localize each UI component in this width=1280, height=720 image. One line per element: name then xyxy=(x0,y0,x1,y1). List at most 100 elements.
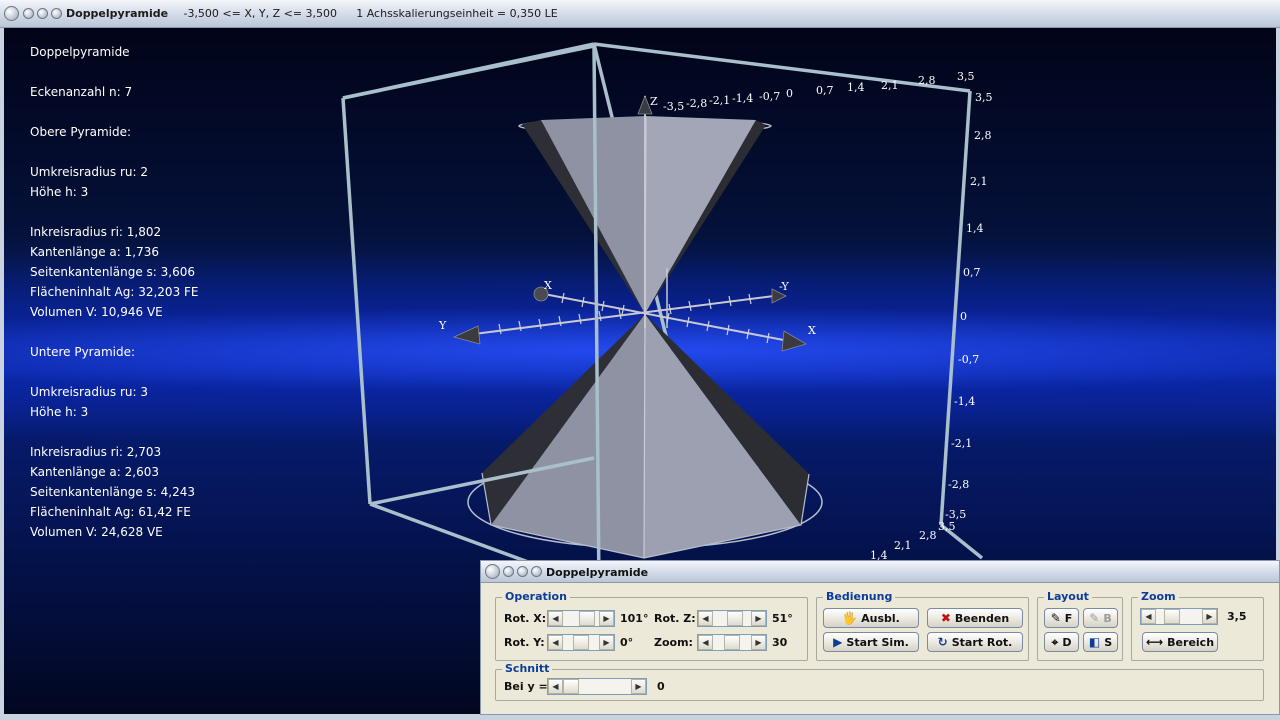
top-tick-9: 2,8 xyxy=(918,74,936,87)
beenden-label: Beenden xyxy=(954,611,1010,625)
top-tick-6: 0,7 xyxy=(816,84,834,97)
right-tick-5: 0 xyxy=(960,310,967,323)
layout-d-label: D xyxy=(1062,635,1072,649)
bedienung-title: Bedienung xyxy=(823,590,896,603)
zoom-slider-value: 30 xyxy=(772,636,788,649)
range-icon: ⟷ xyxy=(1145,635,1164,649)
scroll-right-icon[interactable]: ▶ xyxy=(751,611,766,626)
operation-group: Operation Rot. X: ◀ ▶ 101° Rot. Z: ◀ ▶ 5… xyxy=(495,590,808,661)
info-upper-s: Seitenkantenlänge s: 3,606 xyxy=(30,265,195,279)
info-lower-s: Seitenkantenlänge s: 4,243 xyxy=(30,485,195,499)
crosshair-icon: ⌖ xyxy=(1051,634,1059,649)
bottom-tick-2: 2,1 xyxy=(894,539,912,552)
schnitt-thumb[interactable] xyxy=(563,679,579,694)
scroll-right-icon[interactable]: ▶ xyxy=(599,635,614,650)
range-zoom-slider[interactable]: ◀ ▶ xyxy=(1140,608,1218,625)
start-sim-button[interactable]: ▶ Start Sim. xyxy=(823,632,919,652)
rot-x-slider[interactable]: ◀ ▶ xyxy=(547,610,615,627)
scroll-right-icon[interactable]: ▶ xyxy=(751,635,766,650)
top-tick-8: 2,1 xyxy=(881,79,899,92)
ausblenden-label: Ausbl. xyxy=(861,611,900,625)
layout-s-button[interactable]: ◧ S xyxy=(1083,632,1118,652)
layout-b-button[interactable]: ✎ B xyxy=(1083,608,1118,628)
right-tick-8: -2,1 xyxy=(951,437,972,450)
layout-d-button[interactable]: ⌖ D xyxy=(1044,632,1079,652)
layout-s-label: S xyxy=(1104,635,1113,649)
top-tick-5: 0 xyxy=(786,87,793,100)
right-tick-4: 0,7 xyxy=(963,266,981,279)
scroll-left-icon[interactable]: ◀ xyxy=(548,611,563,626)
rot-z-slider[interactable]: ◀ ▶ xyxy=(697,610,767,627)
info-lower-ag: Flächeninhalt Ag: 61,42 FE xyxy=(30,505,191,519)
hide-icon: 🖐 xyxy=(842,611,858,625)
range-zoom-thumb[interactable] xyxy=(1163,609,1180,624)
paint-icon: ✎ xyxy=(1050,611,1061,625)
top-tick-4: -0,7 xyxy=(759,90,780,103)
top-tick-3: -1,4 xyxy=(732,92,753,105)
top-tick-2: -2,1 xyxy=(709,94,730,107)
ausblenden-button[interactable]: 🖐 Ausbl. xyxy=(823,608,919,628)
rot-z-label: Rot. Z: xyxy=(654,612,696,625)
rot-y-thumb[interactable] xyxy=(573,635,589,650)
window-menu-icon[interactable] xyxy=(4,6,19,21)
info-upper-a: Kantenlänge a: 1,736 xyxy=(30,245,159,259)
rot-z-value: 51° xyxy=(772,612,793,625)
info-lower-h: Höhe h: 3 xyxy=(30,405,89,419)
close-icon[interactable] xyxy=(51,8,62,19)
scroll-left-icon[interactable]: ◀ xyxy=(698,635,713,650)
scroll-left-icon[interactable]: ◀ xyxy=(548,635,563,650)
layout-f-button[interactable]: ✎ F xyxy=(1044,608,1079,628)
beenden-button[interactable]: ✖ Beenden xyxy=(927,608,1023,628)
dialog-maximize-icon[interactable] xyxy=(517,566,528,577)
layout-f-label: F xyxy=(1064,611,1073,625)
y-axis-label: Y xyxy=(438,319,447,332)
dialog-close-icon[interactable] xyxy=(531,566,542,577)
info-lower-ru: Umkreisradius ru: 3 xyxy=(30,385,149,399)
info-lower-ri: Inkreisradius ri: 2,703 xyxy=(30,445,162,459)
layout-group: Layout ✎ F ✎ B ⌖ D ◧ S xyxy=(1037,590,1123,661)
dialog-minimize-icon[interactable] xyxy=(503,566,514,577)
rot-x-thumb[interactable] xyxy=(578,611,595,626)
schnitt-slider[interactable]: ◀ ▶ xyxy=(547,678,647,695)
rot-y-slider[interactable]: ◀ ▶ xyxy=(547,634,615,651)
zoom-group-title: Zoom xyxy=(1138,590,1179,603)
right-tick-2: 2,1 xyxy=(970,175,988,188)
scale-info: 1 Achsskalierungseinheit = 0,350 LE xyxy=(356,7,558,20)
rot-y-value: 0° xyxy=(620,636,634,649)
start-sim-label: Start Sim. xyxy=(846,635,909,649)
scroll-left-icon[interactable]: ◀ xyxy=(698,611,713,626)
right-tick-7: -1,4 xyxy=(954,395,975,408)
scroll-left-icon[interactable]: ◀ xyxy=(1141,609,1156,624)
fill-icon: ◧ xyxy=(1088,635,1101,649)
bedienung-group: Bedienung 🖐 Ausbl. ✖ Beenden ▶ Start Sim. ↻… xyxy=(816,590,1029,661)
rot-x-label: Rot. X: xyxy=(504,612,547,625)
bereich-button[interactable]: ⟷ Bereich xyxy=(1142,632,1218,652)
right-tick-3: 1,4 xyxy=(966,222,984,235)
control-dialog: Doppelpyramide Operation Rot. X: ◀ ▶ 101… xyxy=(480,560,1280,715)
schnitt-group: Schnitt Bei y = ◀ ▶ 0 xyxy=(495,662,1264,701)
maximize-icon[interactable] xyxy=(37,8,48,19)
schnitt-value: 0 xyxy=(657,680,665,693)
info-upper-v: Volumen V: 10,946 VE xyxy=(30,305,163,319)
close-x-icon: ✖ xyxy=(940,611,951,625)
zoom-slider[interactable]: ◀ ▶ xyxy=(697,634,767,651)
rot-z-thumb[interactable] xyxy=(727,611,744,626)
start-rot-button[interactable]: ↻ Start Rot. xyxy=(927,632,1023,652)
scroll-right-icon[interactable]: ▶ xyxy=(599,611,614,626)
info-upper-ru: Umkreisradius ru: 2 xyxy=(30,165,149,179)
right-tick-0: 3,5 xyxy=(975,91,993,104)
scroll-right-icon[interactable]: ▶ xyxy=(631,679,646,694)
start-rot-label: Start Rot. xyxy=(951,635,1013,649)
dialog-title-bar: Doppelpyramide xyxy=(481,561,1279,583)
scroll-left-icon[interactable]: ◀ xyxy=(548,679,563,694)
info-upper-ri: Inkreisradius ri: 1,802 xyxy=(30,225,162,239)
zoom-thumb[interactable] xyxy=(724,635,740,650)
dialog-menu-icon[interactable] xyxy=(485,564,500,579)
top-tick-0: -3,5 xyxy=(663,100,684,113)
rotate-icon: ↻ xyxy=(937,635,948,649)
x-axis-label: X xyxy=(808,324,816,337)
minimize-icon[interactable] xyxy=(23,8,34,19)
brush-icon: ✎ xyxy=(1089,611,1100,625)
info-lower-a: Kantenlänge a: 2,603 xyxy=(30,465,159,479)
scroll-right-icon[interactable]: ▶ xyxy=(1202,609,1217,624)
